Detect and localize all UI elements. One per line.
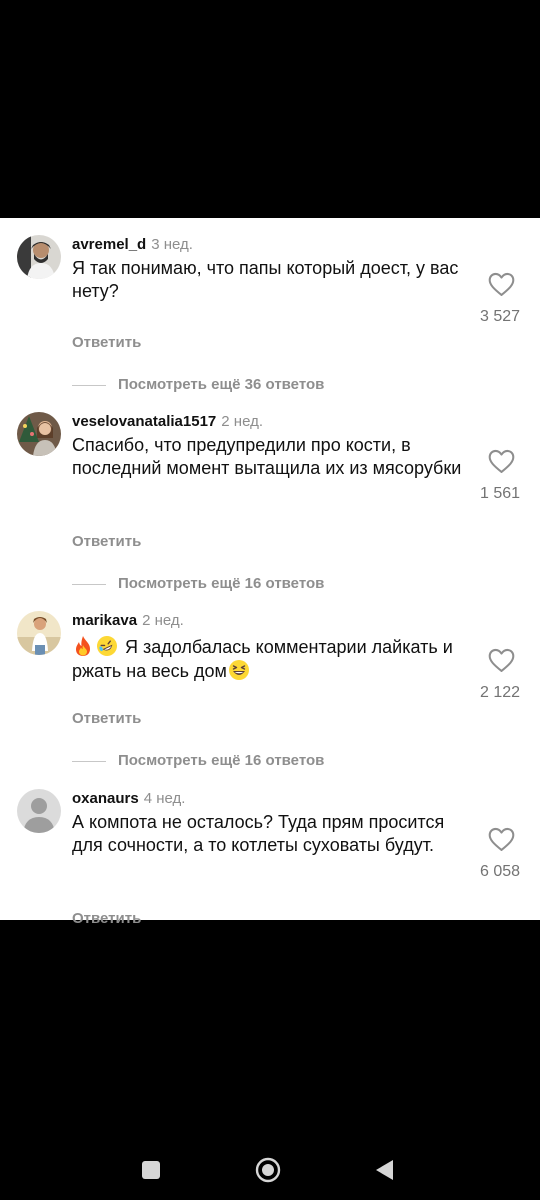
comments-panel: avremel_d 3 нед. Я так понимаю, что папы … <box>0 218 540 927</box>
reply-button[interactable]: Ответить <box>72 710 141 727</box>
comment-text: Я задолбалась комментарии лайкать и ржат… <box>72 635 467 682</box>
timestamp: 2 нед. <box>142 612 184 629</box>
system-navigation-bar <box>0 1140 540 1200</box>
divider <box>72 385 106 386</box>
view-replies-label: Посмотреть ещё 36 ответов <box>118 376 325 393</box>
timestamp: 2 нед. <box>221 413 264 430</box>
reply-button[interactable]: Ответить <box>72 334 141 351</box>
avatar[interactable] <box>17 412 61 456</box>
comment-text-body: Я задолбалась комментарии лайкать и ржат… <box>72 637 453 681</box>
avatar[interactable] <box>17 235 61 279</box>
heart-icon[interactable] <box>488 449 515 474</box>
comment-text: Я так понимаю, что папы который доест, у… <box>72 258 459 301</box>
timestamp: 4 нед. <box>143 790 186 807</box>
square-recents-icon[interactable] <box>138 1157 164 1183</box>
heart-icon[interactable] <box>488 827 515 852</box>
avatar[interactable] <box>17 789 61 833</box>
username[interactable]: marikava <box>72 612 137 629</box>
divider <box>72 584 106 585</box>
like-count: 1 561 <box>479 485 521 502</box>
comment-text: Спасибо, что предупредили про кости, в п… <box>72 435 462 478</box>
triangle-back-icon[interactable] <box>372 1157 398 1183</box>
view-replies-label: Посмотреть ещё 16 ответов <box>118 752 325 769</box>
like-count: 2 122 <box>479 684 521 701</box>
view-replies-button[interactable]: Посмотреть ещё 16 ответов <box>72 751 432 771</box>
rofl-emoji-icon <box>97 636 117 656</box>
like-count: 3 527 <box>479 308 521 325</box>
view-replies-button[interactable]: Посмотреть ещё 36 ответов <box>72 375 432 395</box>
comment-text: А компота не осталось? Туда прям проситс… <box>72 812 445 855</box>
laughing-emoji-icon <box>228 659 249 680</box>
timestamp: 3 нед. <box>151 236 193 253</box>
view-replies-button[interactable]: Посмотреть ещё 16 ответов <box>72 574 432 594</box>
heart-icon[interactable] <box>488 272 515 297</box>
username[interactable]: avremel_d <box>72 236 146 253</box>
avatar[interactable] <box>17 611 61 655</box>
comment-meta: avremel_d 3 нед. <box>72 236 193 253</box>
circle-home-icon[interactable] <box>255 1157 281 1183</box>
reply-button[interactable]: Ответить <box>72 533 141 550</box>
comment-meta: oxanaurs 4 нед. <box>72 790 185 807</box>
view-replies-label: Посмотреть ещё 16 ответов <box>118 575 325 592</box>
reply-button[interactable]: Ответить <box>72 910 141 927</box>
fire-emoji-icon <box>76 636 90 656</box>
like-count: 6 058 <box>479 863 521 880</box>
username[interactable]: oxanaurs <box>72 790 139 807</box>
comment-meta: veselovanatalia1517 2 нед. <box>72 413 263 430</box>
heart-icon[interactable] <box>488 648 515 673</box>
comment-meta: marikava 2 нед. <box>72 612 184 629</box>
username[interactable]: veselovanatalia1517 <box>72 413 216 430</box>
divider <box>72 761 106 762</box>
